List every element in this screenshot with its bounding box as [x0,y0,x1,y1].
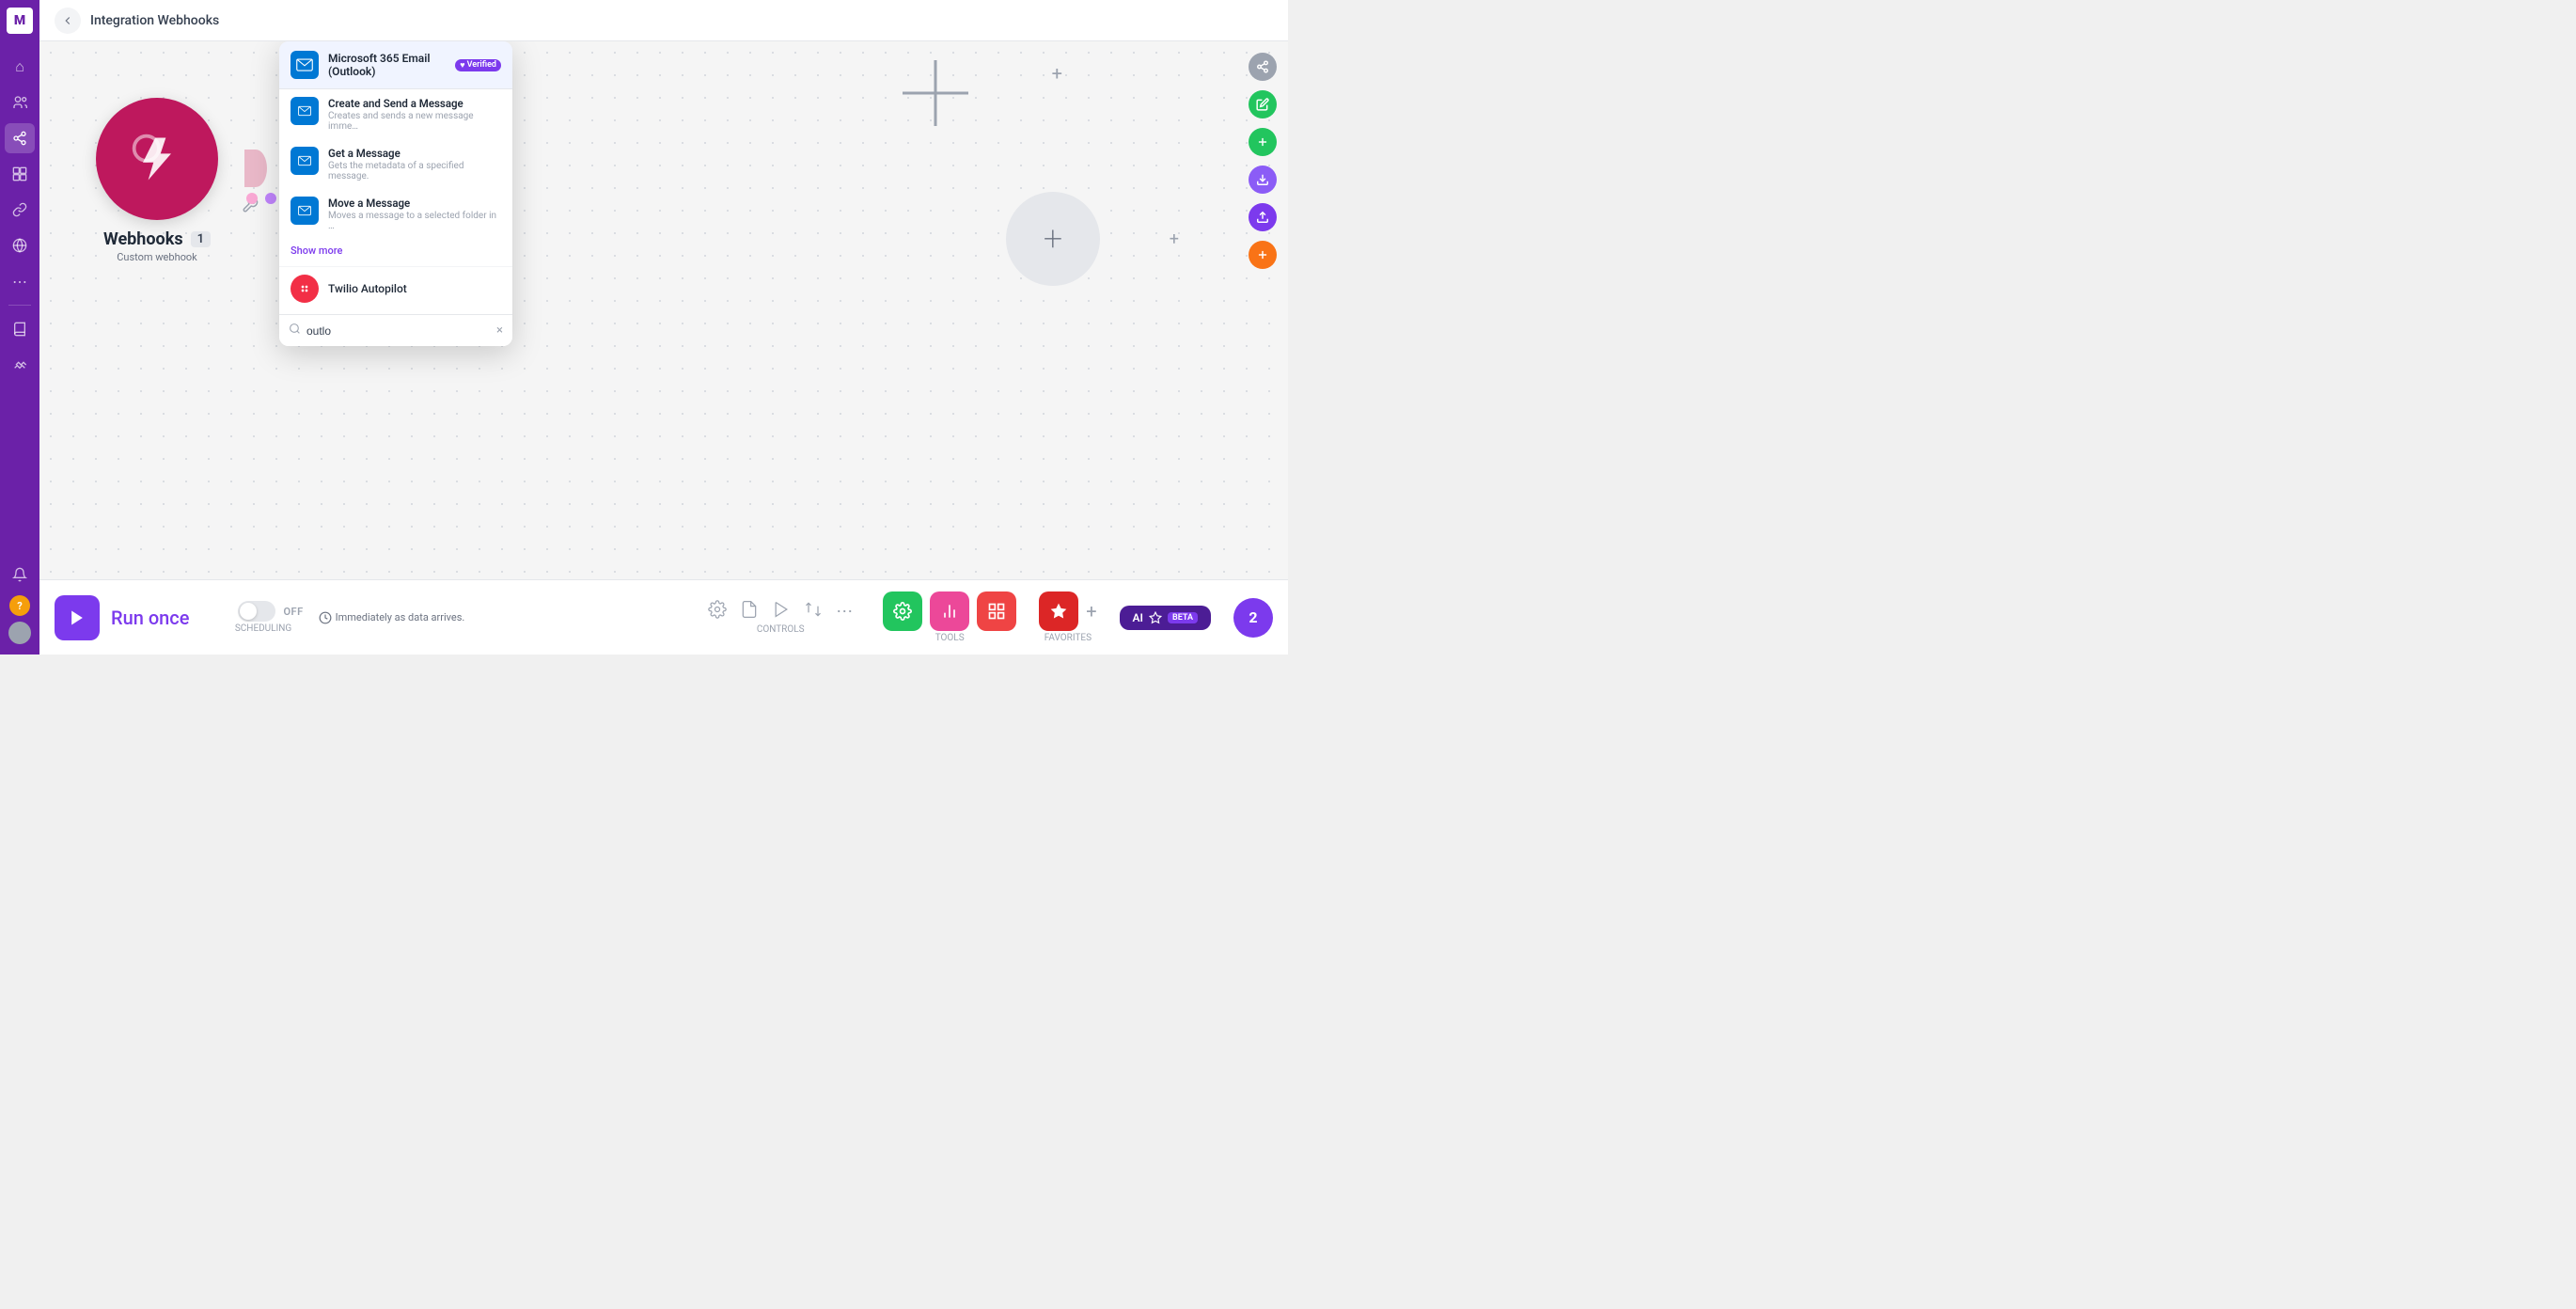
controls-icon-settings[interactable] [708,600,727,623]
ai-badge: BETA [1168,612,1198,623]
dot-pink [246,193,258,204]
outlook-actions: Create and Send a Message Creates and se… [279,89,512,267]
tools-btn-green[interactable] [883,591,922,631]
toggle-off-label: OFF [283,606,303,618]
show-more-button[interactable]: Show more [279,239,512,266]
action-btn-download[interactable] [1249,166,1277,194]
controls-section: ⋯ CONTROLS [708,600,853,635]
connection-arrow [244,150,276,204]
favorites-section: + FAVORITES [1039,591,1096,643]
app-dropdown: Microsoft 365 Email (Outlook) ♥ Verified… [279,41,512,346]
action-get-message-icon [291,147,319,175]
toolbar: Run once OFF SCHEDULING Immediately as d… [39,579,1288,654]
search-icon [289,323,301,339]
outlook-header-icon [291,51,319,79]
search-clear-button[interactable]: × [496,323,503,338]
action-btn-add-orange[interactable] [1249,241,1277,269]
toggle-knob [240,603,257,620]
sidebar-item-home[interactable]: ⌂ [5,52,35,82]
scheduling-label: SCHEDULING [235,623,291,634]
app-item-twilio[interactable]: Twilio Autopilot [279,267,512,310]
webhook-sublabel: Custom webhook [117,251,197,263]
sidebar: M ⌂ ⋯ ? [0,0,39,654]
controls-icon-route[interactable] [804,600,823,623]
controls-icon-ellipsis[interactable]: ⋯ [836,602,853,622]
sidebar-divider [8,305,31,306]
run-label: Run once [111,607,189,629]
search-box: × [279,314,512,346]
favorites-add-btn[interactable]: + [1086,600,1096,623]
scheduling-section: OFF SCHEDULING [223,601,303,634]
sidebar-item-integrations[interactable] [5,123,35,153]
page-title: Integration Webhooks [90,13,219,28]
sidebar-item-apps[interactable] [5,159,35,189]
controls-label: CONTROLS [757,624,805,635]
sidebar-item-docs[interactable] [5,314,35,344]
webhook-node[interactable]: Webhooks 1 Custom webhook [96,98,218,263]
tools-buttons [883,591,1016,631]
user-menu-button[interactable]: 2 [1233,598,1273,638]
tools-section: TOOLS [883,591,1016,643]
action-move-message[interactable]: Move a Message Moves a message to a sele… [279,189,512,239]
webhook-icon-circle [96,98,218,220]
favorites-buttons: + [1039,591,1096,631]
action-btn-share[interactable] [1249,53,1277,81]
canvas-plus-small-top[interactable]: + [1052,62,1062,85]
canvas-plus-small-right[interactable]: + [1170,229,1179,249]
scheduling-toggle-group: OFF [238,601,303,622]
topbar: Integration Webhooks [39,0,1288,41]
action-buttons [1237,41,1288,280]
controls-icon-magic[interactable] [772,600,791,623]
user-avatar[interactable] [8,622,31,644]
action-move-message-text: Move a Message Moves a message to a sele… [328,197,501,231]
sidebar-item-more[interactable]: ⋯ [5,266,35,296]
action-get-message-text: Get a Message Gets the metadata of a spe… [328,147,501,181]
action-btn-add-condition[interactable] [1249,128,1277,156]
back-button[interactable] [55,8,81,34]
action-create-send[interactable]: Create and Send a Message Creates and se… [279,89,512,139]
verified-badge: ♥ Verified [455,59,501,71]
ai-button[interactable]: AI BETA [1120,606,1211,630]
sidebar-item-globe[interactable] [5,230,35,260]
twilio-icon [291,275,319,303]
tools-label: TOOLS [935,633,965,643]
sidebar-item-analytics[interactable] [5,350,35,380]
action-btn-edit[interactable] [1249,90,1277,118]
outlook-title: Microsoft 365 Email (Outlook) ♥ Verified [328,52,501,78]
twilio-label: Twilio Autopilot [328,282,407,295]
favorites-btn-1[interactable] [1039,591,1078,631]
sidebar-item-notifications[interactable] [5,560,35,590]
question-badge[interactable]: ? [9,595,30,616]
canvas-cross-top [903,60,968,130]
scheduling-toggle[interactable] [238,601,275,622]
sidebar-item-connections[interactable] [5,195,35,225]
action-create-send-icon [291,97,319,125]
main-canvas: Webhooks 1 Custom webhook + + + [39,41,1288,579]
app-logo[interactable]: M [7,8,33,34]
action-move-message-icon [291,197,319,225]
sidebar-bottom: ? [5,557,35,647]
action-create-send-text: Create and Send a Message Creates and se… [328,97,501,132]
run-section: Run once [55,595,189,640]
controls-icons: ⋯ [708,600,853,623]
tools-btn-pink[interactable] [930,591,969,631]
outlook-header[interactable]: Microsoft 365 Email (Outlook) ♥ Verified [279,41,512,89]
tools-btn-red[interactable] [977,591,1016,631]
dot-purple [265,193,276,204]
canvas-circle-plus[interactable]: + [1006,192,1100,286]
webhook-label: Webhooks 1 [103,229,211,249]
ai-label: AI [1133,611,1143,624]
action-btn-upload[interactable] [1249,203,1277,231]
favorites-label: FAVORITES [1045,633,1092,643]
search-input[interactable] [306,324,491,338]
dropdown-scroll-area[interactable]: Microsoft 365 Email (Outlook) ♥ Verified… [279,41,512,314]
immediate-text: Immediately as data arrives. [319,611,465,624]
sidebar-item-users[interactable] [5,87,35,118]
run-once-button[interactable] [55,595,100,640]
webhook-count-badge: 1 [191,231,211,247]
controls-icon-notes[interactable] [740,600,759,623]
action-get-message[interactable]: Get a Message Gets the metadata of a spe… [279,139,512,189]
